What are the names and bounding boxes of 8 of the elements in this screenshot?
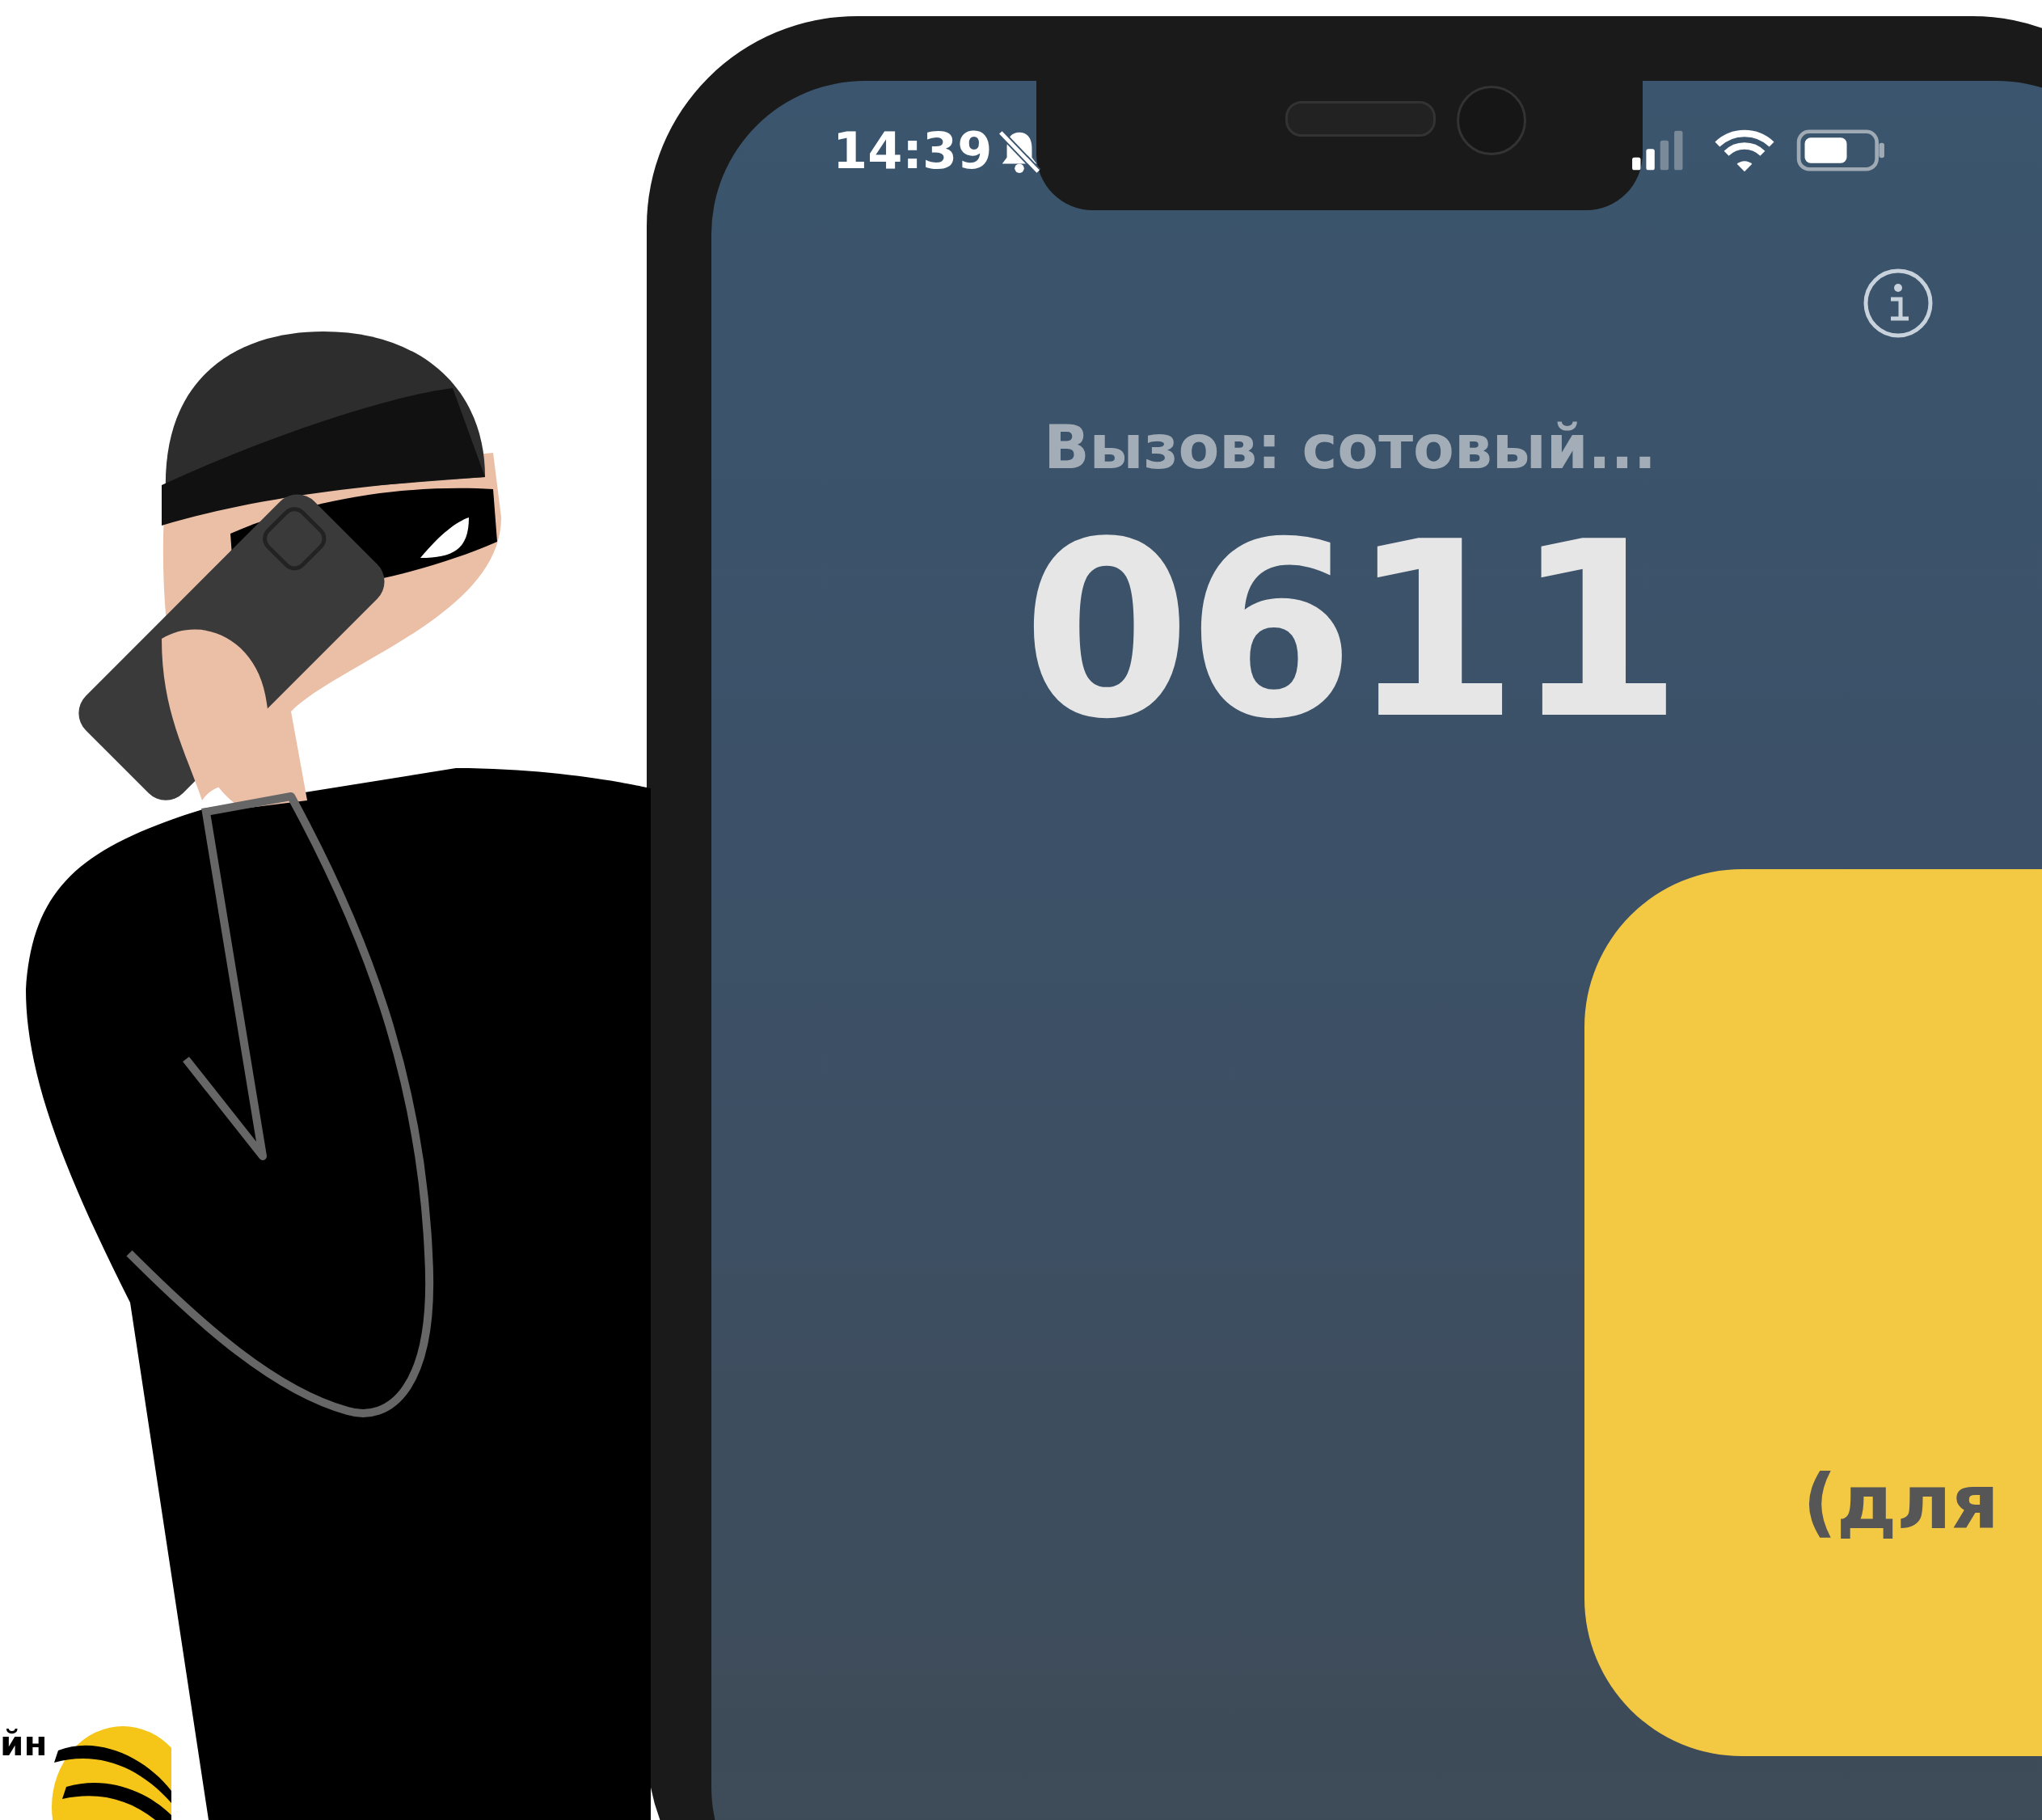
- info-icon[interactable]: [1862, 267, 1934, 340]
- caller-number: 0611: [1022, 498, 1678, 765]
- wifi-icon: [1714, 128, 1775, 173]
- card-text: (для: [1803, 1459, 1999, 1546]
- call-status: Вызов: сотовый...: [1044, 412, 1656, 482]
- battery-icon: [1796, 129, 1887, 171]
- status-time: 14:39: [833, 121, 993, 180]
- logo-text: йн: [0, 1724, 48, 1763]
